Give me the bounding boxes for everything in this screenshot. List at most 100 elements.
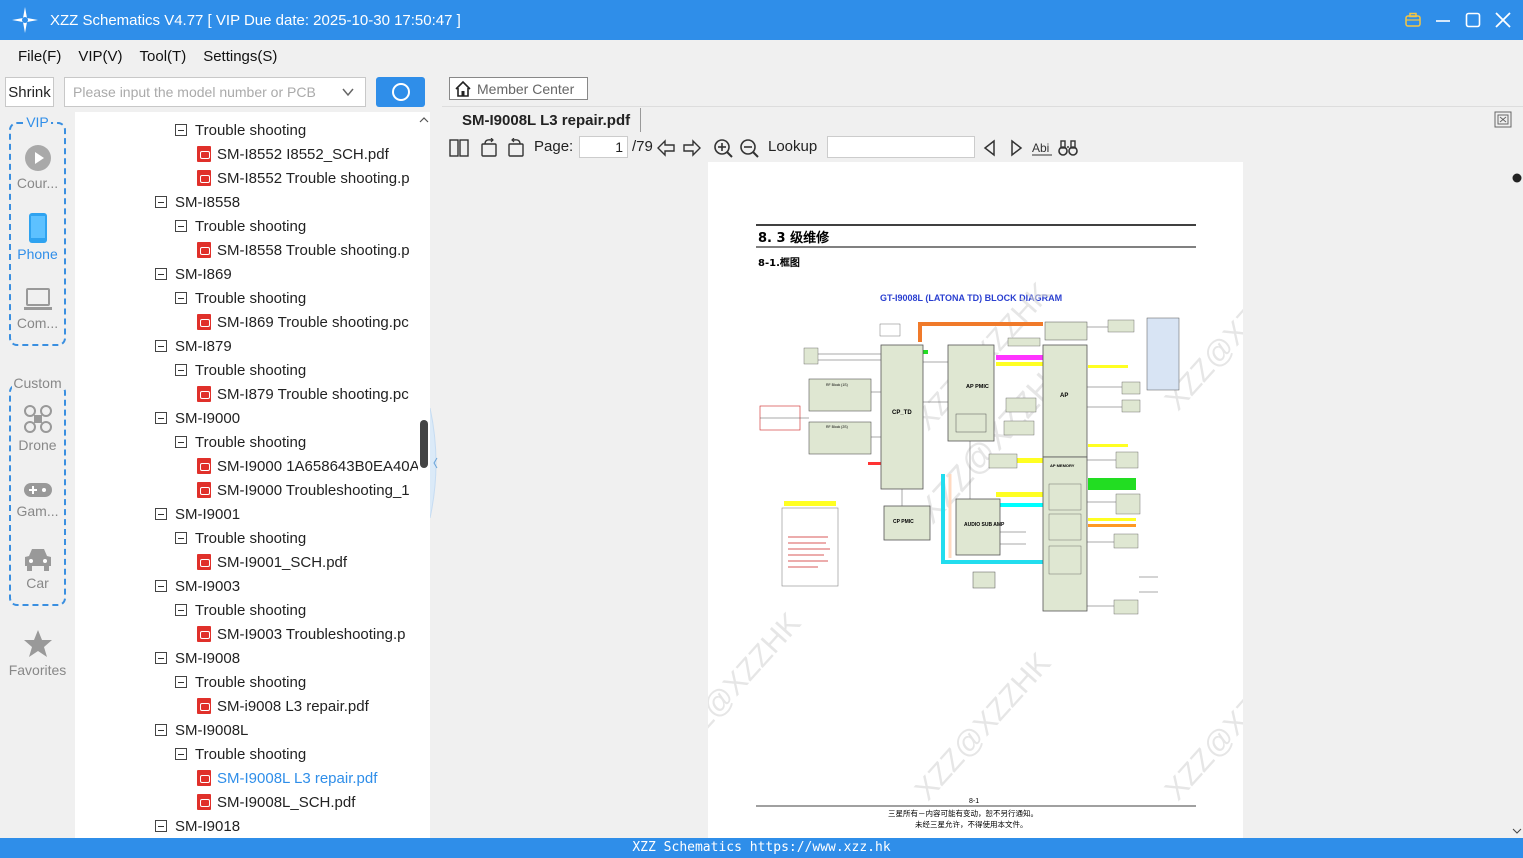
tree-folder-item[interactable]: SM-I8558	[155, 190, 240, 214]
collapse-toggle-icon[interactable]	[175, 532, 187, 544]
collapse-toggle-icon[interactable]	[175, 124, 187, 136]
tree-folder-item[interactable]: Trouble shooting	[175, 670, 306, 694]
collapse-toggle-icon[interactable]	[175, 436, 187, 448]
tree-file-item[interactable]: SM-I9008L_SCH.pdf	[197, 790, 355, 814]
collapse-toggle-icon[interactable]	[155, 820, 167, 832]
tree-folder-item[interactable]: SM-I9008	[155, 646, 240, 670]
tree-file-item[interactable]: SM-I9000 1A658643B0EA40A	[197, 454, 420, 478]
collapse-handle-icon[interactable]	[430, 408, 442, 518]
home-icon	[455, 80, 471, 97]
zoom-out-icon[interactable]	[739, 138, 759, 158]
collapse-toggle-icon[interactable]	[175, 292, 187, 304]
tree-folder-item[interactable]: Trouble shooting	[175, 286, 306, 310]
tree-item-label: SM-I8558	[175, 193, 241, 211]
lookup-input[interactable]	[827, 136, 975, 158]
tree-folder-item[interactable]: SM-I9003	[155, 574, 240, 598]
collapse-toggle-icon[interactable]	[155, 724, 167, 736]
menu-file[interactable]: File(F)	[18, 48, 61, 65]
collapse-toggle-icon[interactable]	[175, 220, 187, 232]
collapse-toggle-icon[interactable]	[155, 196, 167, 208]
maximize-button[interactable]	[1465, 12, 1481, 28]
tree-file-item[interactable]: SM-I869 Trouble shooting.pc	[197, 310, 409, 334]
tree-file-item[interactable]: SM-i9008 L3 repair.pdf	[197, 694, 369, 718]
tree-file-item[interactable]: SM-I9008L L3 repair.pdf	[197, 766, 377, 790]
tree-folder-item[interactable]: Trouble shooting	[175, 430, 306, 454]
minimize-button[interactable]	[1435, 12, 1451, 28]
tree-scroll-thumb[interactable]	[420, 420, 428, 468]
tree-file-item[interactable]: SM-I8552 I8552_SCH.pdf	[197, 142, 389, 166]
tree-file-item[interactable]: SM-I8552 Trouble shooting.p	[197, 166, 410, 190]
collapse-toggle-icon[interactable]	[175, 364, 187, 376]
two-page-view-icon[interactable]	[449, 138, 469, 158]
zoom-in-icon[interactable]	[713, 138, 733, 158]
collapse-toggle-icon[interactable]	[155, 652, 167, 664]
tree-folder-item[interactable]: Trouble shooting	[175, 526, 306, 550]
nav-computer[interactable]: Com...	[0, 288, 75, 331]
tree-folder-item[interactable]: Trouble shooting	[175, 214, 306, 238]
collapse-toggle-icon[interactable]	[155, 340, 167, 352]
menu-vip[interactable]: VIP(V)	[78, 48, 122, 65]
tree-folder-item[interactable]: SM-I879	[155, 334, 232, 358]
previous-page-arrow-icon[interactable]	[656, 138, 676, 158]
tree-folder-item[interactable]: Trouble shooting	[175, 358, 306, 382]
scroll-up-icon[interactable]	[419, 116, 429, 124]
rotate-left-icon[interactable]	[479, 138, 499, 158]
collapse-toggle-icon[interactable]	[155, 412, 167, 424]
collapse-toggle-icon[interactable]	[175, 748, 187, 760]
tree-folder-item[interactable]: SM-I9008L	[155, 718, 248, 742]
collapse-toggle-icon[interactable]	[175, 604, 187, 616]
scroll-thumb-icon[interactable]	[1510, 168, 1523, 188]
next-page-arrow-icon[interactable]	[682, 138, 702, 158]
collapse-toggle-icon[interactable]	[155, 268, 167, 280]
search-button[interactable]	[376, 77, 425, 107]
menu-settings[interactable]: Settings(S)	[203, 48, 277, 65]
svg-text:Abi: Abi	[1032, 141, 1049, 155]
match-case-icon[interactable]: Abi	[1031, 138, 1053, 158]
find-previous-icon[interactable]	[980, 138, 1000, 158]
nav-favorites[interactable]: Favorites	[0, 629, 75, 678]
collapse-toggle-icon[interactable]	[155, 580, 167, 592]
briefcase-icon[interactable]	[1405, 12, 1421, 28]
tree-folder-item[interactable]: SM-I9018	[155, 814, 240, 838]
page-number-input[interactable]: 1	[579, 136, 628, 158]
tree-folder-item[interactable]: Trouble shooting	[175, 598, 306, 622]
close-button[interactable]	[1495, 12, 1511, 28]
custom-group-label: Custom	[12, 375, 63, 391]
tree-item-label: Trouble shooting	[195, 361, 307, 379]
collapse-toggle-icon[interactable]	[155, 508, 167, 520]
tab-document[interactable]: SM-I9008L L3 repair.pdf	[452, 108, 642, 132]
tree-folder-item[interactable]: Trouble shooting	[175, 742, 306, 766]
tree-file-item[interactable]: SM-I879 Trouble shooting.pc	[197, 382, 409, 406]
tree-folder-item[interactable]: Trouble shooting	[175, 118, 306, 142]
tree-item-label: Trouble shooting	[195, 217, 307, 235]
member-center-button[interactable]: Member Center	[449, 77, 588, 100]
nav-phone[interactable]: Phone	[0, 213, 75, 262]
menu-tool[interactable]: Tool(T)	[140, 48, 187, 65]
nav-car[interactable]: Car	[0, 546, 75, 591]
panel-splitter[interactable]	[430, 72, 442, 838]
nav-courses[interactable]: Cour...	[0, 144, 75, 191]
tree-file-item[interactable]: SM-I9000 Troubleshooting_1	[197, 478, 410, 502]
chevron-down-icon[interactable]	[341, 85, 355, 99]
viewer-scrollbar[interactable]	[1510, 162, 1523, 838]
scroll-down-icon[interactable]	[1510, 826, 1523, 836]
binoculars-icon[interactable]	[1058, 138, 1078, 158]
shrink-button[interactable]: Shrink	[5, 77, 54, 107]
collapse-toggle-icon[interactable]	[175, 676, 187, 688]
tree-item-label: SM-I9003	[175, 577, 241, 595]
tree-file-item[interactable]: SM-I9001_SCH.pdf	[197, 550, 347, 574]
search-input[interactable]: Please input the model number or PCB	[64, 77, 366, 107]
tree-file-item[interactable]: SM-I9003 Troubleshooting.p	[197, 622, 405, 646]
tree-folder-item[interactable]: SM-I869	[155, 262, 232, 286]
tree-scrollbar[interactable]	[418, 112, 430, 838]
pdf-viewer[interactable]: 8. 3 级维修 8-1.框图 GT-I9008L (LATONA TD) BL…	[442, 162, 1510, 838]
rotate-right-icon[interactable]	[506, 138, 526, 158]
find-next-icon[interactable]	[1006, 138, 1026, 158]
nav-games[interactable]: Gam...	[0, 480, 75, 519]
tree-item-label: SM-I879 Trouble shooting.pc	[217, 385, 409, 403]
tree-folder-item[interactable]: SM-I9000	[155, 406, 240, 430]
tree-file-item[interactable]: SM-I8558 Trouble shooting.p	[197, 238, 410, 262]
tree-folder-item[interactable]: SM-I9001	[155, 502, 240, 526]
nav-drone[interactable]: Drone	[0, 404, 75, 453]
close-tab-icon[interactable]	[1494, 111, 1512, 128]
